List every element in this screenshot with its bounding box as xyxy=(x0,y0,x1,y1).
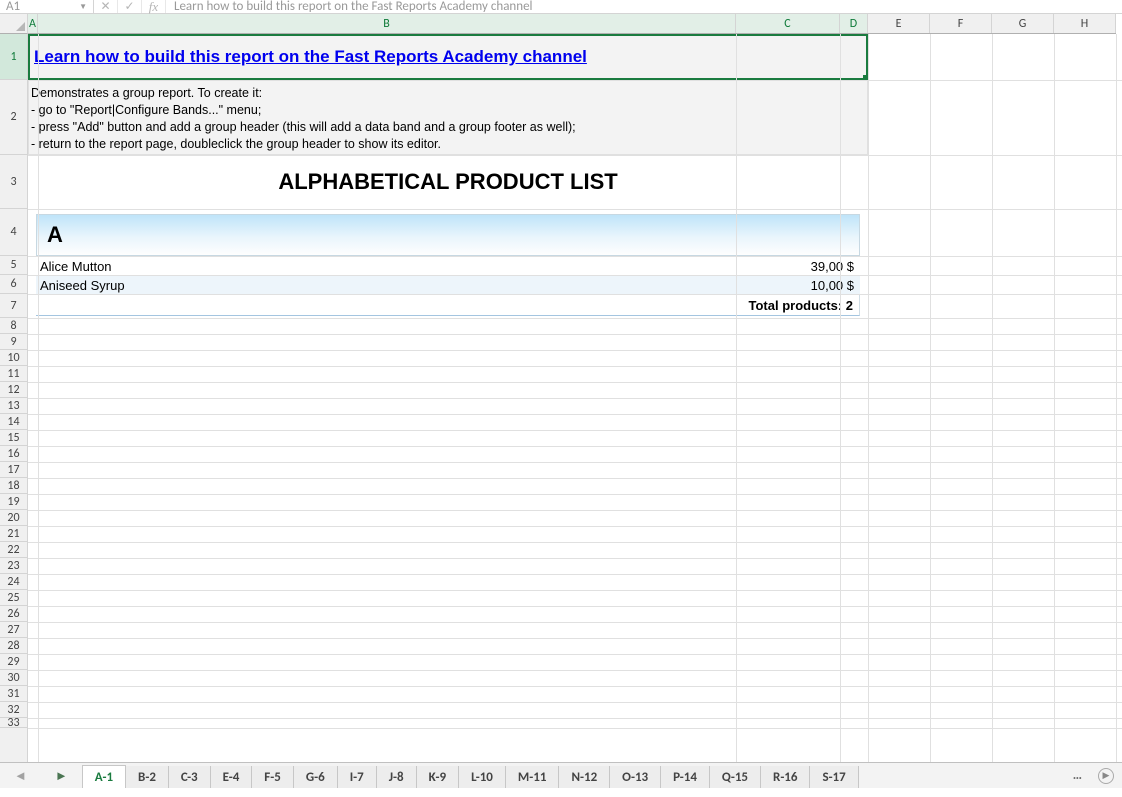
col-header-B[interactable]: B xyxy=(38,14,736,33)
row-header-3[interactable]: 3 xyxy=(0,155,27,209)
sheet-tab-G-6[interactable]: G-6 xyxy=(294,766,338,788)
report-title: ALPHABETICAL PRODUCT LIST xyxy=(278,169,617,195)
row-header-14[interactable]: 14 xyxy=(0,414,27,430)
col-header-C[interactable]: C xyxy=(736,14,840,33)
check-icon[interactable]: ✓ xyxy=(118,0,142,13)
row-header-11[interactable]: 11 xyxy=(0,366,27,382)
row-header-6[interactable]: 6 xyxy=(0,275,27,294)
chevron-down-icon[interactable]: ▼ xyxy=(79,2,87,12)
link-cell[interactable]: Learn how to build this report on the Fa… xyxy=(28,34,868,80)
name-box[interactable]: A1 ▼ xyxy=(0,0,94,13)
sheet-tab-Q-15[interactable]: Q-15 xyxy=(710,766,761,788)
product-name: Aniseed Syrup xyxy=(36,278,125,293)
sheet-tab-bar: ◄ ► A-1B-2C-3E-4F-5G-6I-7J-8K-9L-10M-11N… xyxy=(0,762,1122,788)
row-header-10[interactable]: 10 xyxy=(0,350,27,366)
row-header-19[interactable]: 19 xyxy=(0,494,27,510)
sheet-tab-J-8[interactable]: J-8 xyxy=(377,766,417,788)
cells-area[interactable]: Learn how to build this report on the Fa… xyxy=(28,34,1122,762)
select-all-corner[interactable] xyxy=(0,14,28,34)
tab-more[interactable]: … xyxy=(1065,764,1090,787)
scroll-right-icon[interactable]: ▶ xyxy=(1098,768,1114,784)
sheet-tab-L-10[interactable]: L-10 xyxy=(459,766,506,788)
row-header-17[interactable]: 17 xyxy=(0,462,27,478)
col-header-E[interactable]: E xyxy=(868,14,930,33)
row-header-22[interactable]: 22 xyxy=(0,542,27,558)
row-header-18[interactable]: 18 xyxy=(0,478,27,494)
name-box-ref: A1 xyxy=(6,0,20,14)
row-header-1[interactable]: 1 xyxy=(0,34,27,80)
col-header-H[interactable]: H xyxy=(1054,14,1116,33)
sheet-tab-P-14[interactable]: P-14 xyxy=(661,766,710,788)
cancel-icon[interactable]: ✕ xyxy=(94,0,118,13)
row-header-8[interactable]: 8 xyxy=(0,318,27,334)
row-header-29[interactable]: 29 xyxy=(0,654,27,670)
row-header-20[interactable]: 20 xyxy=(0,510,27,526)
sheet-tab-B-2[interactable]: B-2 xyxy=(126,766,169,788)
report-link[interactable]: Learn how to build this report on the Fa… xyxy=(34,47,587,67)
spreadsheet-grid: ABCDEFGH 1234567891011121314151617181920… xyxy=(0,14,1122,762)
row-header-12[interactable]: 12 xyxy=(0,382,27,398)
row-header-15[interactable]: 15 xyxy=(0,430,27,446)
product-name: Alice Mutton xyxy=(36,259,112,274)
sheet-tab-C-3[interactable]: C-3 xyxy=(169,766,211,788)
group-footer-text: Total products: 2 xyxy=(749,298,853,313)
row-headers: 1234567891011121314151617181920212223242… xyxy=(0,34,28,762)
row-header-16[interactable]: 16 xyxy=(0,446,27,462)
title-cell: ALPHABETICAL PRODUCT LIST xyxy=(28,155,868,209)
description-cell[interactable]: Demonstrates a group report. To create i… xyxy=(28,80,868,155)
sheet-tab-I-7[interactable]: I-7 xyxy=(338,766,377,788)
sheet-tab-S-17[interactable]: S-17 xyxy=(810,766,858,788)
product-price: 39,00 $ xyxy=(811,259,860,274)
group-letter: A xyxy=(47,222,63,248)
fx-icon[interactable]: fx xyxy=(142,0,166,13)
row-header-27[interactable]: 27 xyxy=(0,622,27,638)
row-header-30[interactable]: 30 xyxy=(0,670,27,686)
row-header-7[interactable]: 7 xyxy=(0,294,27,318)
formula-content[interactable]: Learn how to build this report on the Fa… xyxy=(166,0,1122,14)
column-headers: ABCDEFGH xyxy=(28,14,1116,34)
sheet-tab-N-12[interactable]: N-12 xyxy=(559,766,610,788)
row-header-23[interactable]: 23 xyxy=(0,558,27,574)
sheet-tab-K-9[interactable]: K-9 xyxy=(417,766,459,788)
sheet-tab-R-16[interactable]: R-16 xyxy=(761,766,810,788)
sheet-tab-E-4[interactable]: E-4 xyxy=(211,766,253,788)
row-header-33[interactable]: 33 xyxy=(0,718,27,728)
row-header-2[interactable]: 2 xyxy=(0,80,27,155)
row-header-31[interactable]: 31 xyxy=(0,686,27,702)
formula-bar: A1 ▼ ✕ ✓ fx Learn how to build this repo… xyxy=(0,0,1122,14)
row-header-9[interactable]: 9 xyxy=(0,334,27,350)
col-header-D[interactable]: D xyxy=(840,14,868,33)
col-header-G[interactable]: G xyxy=(992,14,1054,33)
row-header-4[interactable]: 4 xyxy=(0,209,27,256)
row-header-5[interactable]: 5 xyxy=(0,256,27,275)
row-header-24[interactable]: 24 xyxy=(0,574,27,590)
sheet-tab-A-1[interactable]: A-1 xyxy=(82,765,126,788)
tab-nav-prev[interactable]: ◄ xyxy=(0,768,41,784)
sheet-tab-F-5[interactable]: F-5 xyxy=(252,766,294,788)
row-header-13[interactable]: 13 xyxy=(0,398,27,414)
col-header-A[interactable]: A xyxy=(28,14,38,33)
col-header-F[interactable]: F xyxy=(930,14,992,33)
row-header-28[interactable]: 28 xyxy=(0,638,27,654)
row-header-25[interactable]: 25 xyxy=(0,590,27,606)
sheet-tab-O-13[interactable]: O-13 xyxy=(610,766,661,788)
row-header-21[interactable]: 21 xyxy=(0,526,27,542)
product-price: 10,00 $ xyxy=(811,278,860,293)
sheet-tabs: A-1B-2C-3E-4F-5G-6I-7J-8K-9L-10M-11N-12O… xyxy=(82,763,1065,788)
tab-nav-next[interactable]: ► xyxy=(41,768,82,784)
row-header-26[interactable]: 26 xyxy=(0,606,27,622)
sheet-tab-M-11[interactable]: M-11 xyxy=(506,766,560,788)
